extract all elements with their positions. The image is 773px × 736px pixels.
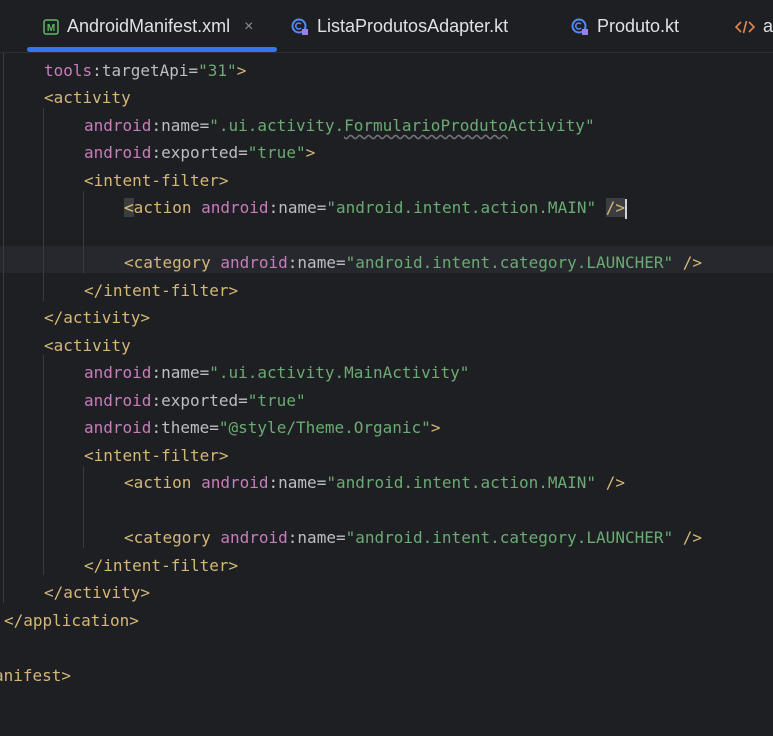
indent-guide (43, 355, 44, 575)
code-line: </intent-filter> (84, 556, 239, 575)
code-line: <activity (44, 88, 131, 107)
close-icon[interactable]: × (244, 18, 253, 36)
svg-text:M: M (47, 23, 55, 34)
editor-tab-bar: M AndroidManifest.xml × ListaProdutosAda… (0, 0, 773, 53)
tab-produto[interactable]: Produto.kt (571, 0, 679, 53)
code-line: tools:targetApi="31"> (44, 61, 247, 80)
manifest-icon: M (43, 18, 59, 35)
tab-lista-produtos-adapter[interactable]: ListaProdutosAdapter.kt (291, 0, 508, 53)
code-editor[interactable]: tools:targetApi="31"> <activity android:… (0, 53, 773, 736)
code-line: android:name=".ui.activity.FormularioPro… (84, 116, 595, 135)
warning-underline: FormularioProduto (344, 116, 508, 135)
code-line: </application> (4, 611, 139, 630)
text-caret (625, 198, 627, 219)
indent-guide (3, 53, 4, 603)
active-tab-indicator (27, 47, 277, 52)
code-line: android:exported="true"> (84, 143, 316, 162)
code-line: anifest> (0, 666, 72, 685)
code-line: android:exported="true" (84, 391, 306, 410)
code-line: <action android:name="android.intent.act… (124, 473, 625, 492)
indent-guide (83, 191, 84, 273)
tab-label: ListaProdutosAdapter.kt (317, 16, 509, 36)
tab-label: a (763, 16, 773, 36)
xml-tag-icon (735, 19, 755, 35)
indent-guide (83, 466, 84, 548)
code-line: </activity> (44, 583, 150, 602)
code-line: </intent-filter> (84, 281, 239, 300)
tab-label: AndroidManifest.xml (67, 16, 231, 36)
code-line-current: <<action android:name="android.intent.ac… (124, 198, 627, 219)
indent-guide (43, 108, 44, 301)
code-line: android:name=".ui.activity.MainActivity" (84, 363, 470, 382)
code-line: <intent-filter> (84, 171, 229, 190)
code-line: android:theme="@style/Theme.Organic"> (84, 418, 441, 437)
code-line: </activity> (44, 308, 150, 327)
tab-android-manifest[interactable]: M AndroidManifest.xml × (43, 0, 253, 53)
tab-label: Produto.kt (597, 16, 680, 36)
code-line: <intent-filter> (84, 446, 229, 465)
code-line: <category android:name="android.intent.c… (124, 253, 703, 272)
kotlin-class-icon (571, 18, 589, 36)
tab-xml-file[interactable]: a (735, 0, 773, 53)
code-line: <category android:name="android.intent.c… (124, 528, 703, 547)
kotlin-class-icon (291, 18, 309, 36)
code-line: <activity (44, 336, 131, 355)
